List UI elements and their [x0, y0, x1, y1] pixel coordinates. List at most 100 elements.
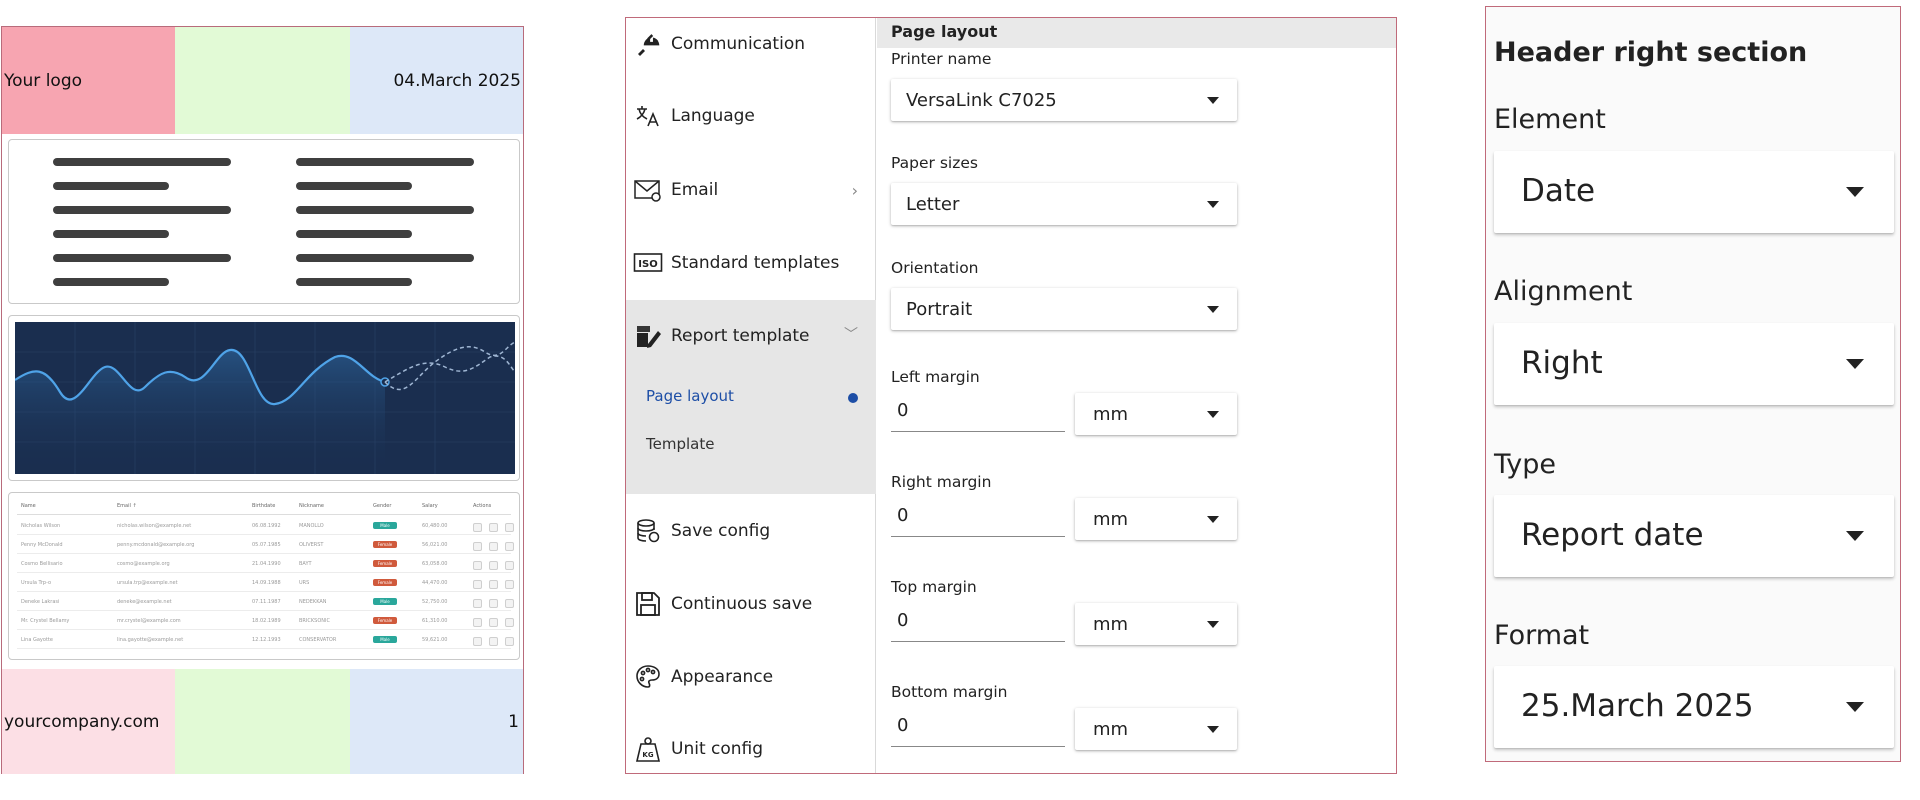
table-cell: 61,310.00 [422, 618, 448, 624]
header-center-cell[interactable] [175, 27, 350, 134]
report-preview: Your logo 04.March 2025 Name Email ↑ Bir… [1, 26, 524, 774]
row-action-button[interactable] [473, 599, 482, 608]
table-cell: Mr. Crystel Bellamy [21, 618, 70, 624]
row-action-button[interactable] [489, 561, 498, 570]
table-row: Nicholas Wilson nicholas.wilson@example.n… [17, 517, 514, 535]
row-action-button[interactable] [489, 580, 498, 589]
floppy-icon [632, 588, 664, 620]
submenu-item-label: Template [646, 435, 715, 453]
row-action-button[interactable] [505, 561, 514, 570]
sidebar-item-save-config[interactable]: Save config [626, 513, 876, 549]
header-right-cell[interactable]: 04.March 2025 [350, 27, 523, 134]
sidebar-item-email[interactable]: Email › [626, 172, 876, 208]
submenu-item-page-layout[interactable]: Page layout [646, 387, 734, 405]
chart-placeholder[interactable] [8, 315, 520, 481]
sidebar-item-appearance[interactable]: Appearance [626, 659, 876, 695]
row-action-button[interactable] [473, 580, 482, 589]
sidebar-item-label: Communication [671, 34, 805, 54]
orientation-label: Orientation [891, 259, 979, 277]
sidebar-item-standard-templates[interactable]: ISO Standard templates [626, 245, 876, 281]
row-action-button[interactable] [489, 542, 498, 551]
alignment-select[interactable]: Right [1494, 323, 1894, 405]
right-margin-unit-select[interactable]: mm [1075, 498, 1237, 540]
row-action-button[interactable] [473, 542, 482, 551]
row-action-button[interactable] [489, 618, 498, 627]
left-margin-label: Left margin [891, 368, 980, 386]
text-line [53, 278, 169, 286]
printer-name-select[interactable]: VersaLink C7025 [891, 79, 1237, 121]
format-select[interactable]: 25.March 2025 [1494, 666, 1894, 748]
table-header-cell: Email ↑ [117, 503, 137, 509]
text-line [296, 230, 412, 238]
text-line [296, 158, 474, 166]
table-cell: mr.crystel@example.com [117, 618, 181, 624]
footer-center-cell[interactable] [175, 669, 350, 774]
table-cell: 05.07.1985 [252, 542, 281, 548]
sidebar-item-language[interactable]: Language [626, 98, 876, 134]
text-line [296, 182, 412, 190]
top-margin-input[interactable] [891, 600, 1065, 642]
row-action-button[interactable] [505, 542, 514, 551]
row-action-button[interactable] [473, 637, 482, 646]
row-action-button[interactable] [473, 561, 482, 570]
format-label: Format [1494, 620, 1590, 651]
report-edit-icon [632, 320, 664, 352]
page-layout-form: Page layout Printer name VersaLink C7025… [877, 18, 1396, 773]
table-cell: URS [299, 580, 310, 586]
orientation-select[interactable]: Portrait [891, 288, 1237, 330]
header-left-cell[interactable]: Your logo [2, 27, 175, 134]
table-cell: 07.11.1987 [252, 599, 281, 605]
caret-down-icon [1207, 306, 1219, 313]
footer-left-cell[interactable]: yourcompany.com [2, 669, 175, 774]
top-margin-unit-select[interactable]: mm [1075, 603, 1237, 645]
row-action-button[interactable] [489, 523, 498, 532]
submenu-item-template[interactable]: Template [646, 435, 714, 453]
row-action-button[interactable] [505, 523, 514, 532]
row-action-button[interactable] [505, 637, 514, 646]
table-cell: 44,470.00 [422, 580, 448, 586]
table-cell: 59,621.00 [422, 637, 448, 643]
sidebar-item-unit-config[interactable]: KG Unit config [626, 731, 876, 767]
submenu-item-label: Page layout [646, 387, 734, 405]
caret-down-icon [1207, 201, 1219, 208]
sidebar-item-label: Email [671, 180, 719, 200]
unit-value: mm [1093, 719, 1129, 740]
table-header-row: Name Email ↑ Birthdate Nickname Gender S… [17, 497, 511, 515]
row-action-button[interactable] [505, 599, 514, 608]
chart-thumbnail [15, 322, 515, 474]
left-margin-unit-select[interactable]: mm [1075, 393, 1237, 435]
type-select[interactable]: Report date [1494, 495, 1894, 577]
row-action-button[interactable] [505, 618, 514, 627]
footer-right-cell[interactable]: 1 [350, 669, 523, 774]
paper-size-value: Letter [906, 194, 960, 215]
row-action-button[interactable] [473, 523, 482, 532]
table-cell: Nicholas Wilson [21, 523, 61, 529]
table-cell: 52,750.00 [422, 599, 448, 605]
element-select[interactable]: Date [1494, 151, 1894, 233]
header-date-text: 04.March 2025 [393, 70, 521, 91]
left-margin-input[interactable] [891, 390, 1065, 432]
sidebar-item-report-template[interactable]: Report template ﹀ [626, 318, 876, 354]
right-margin-input[interactable] [891, 495, 1065, 537]
alignment-label: Alignment [1494, 276, 1633, 307]
sidebar-item-label: Save config [671, 521, 771, 541]
type-label: Type [1494, 449, 1557, 480]
row-action-button[interactable] [489, 599, 498, 608]
format-value: 25.March 2025 [1521, 688, 1754, 724]
paper-size-select[interactable]: Letter [891, 183, 1237, 225]
table-placeholder[interactable]: Name Email ↑ Birthdate Nickname Gender S… [8, 492, 520, 660]
text-block-placeholder[interactable] [8, 139, 520, 304]
sidebar-item-label: Language [671, 106, 755, 126]
bottom-margin-unit-select[interactable]: mm [1075, 708, 1237, 750]
bottom-margin-input[interactable] [891, 705, 1065, 747]
row-action-button[interactable] [489, 637, 498, 646]
palette-icon [632, 661, 664, 693]
table-header-cell: Name [21, 503, 36, 509]
table-cell: OLIVERST [299, 542, 324, 548]
row-action-button[interactable] [505, 580, 514, 589]
sidebar-item-continuous-save[interactable]: Continuous save [626, 586, 876, 622]
row-action-button[interactable] [473, 618, 482, 627]
caret-down-icon [1207, 97, 1219, 104]
sidebar-item-communication[interactable]: Communication [626, 26, 876, 62]
table-cell: Lina Gayotte [21, 637, 53, 643]
